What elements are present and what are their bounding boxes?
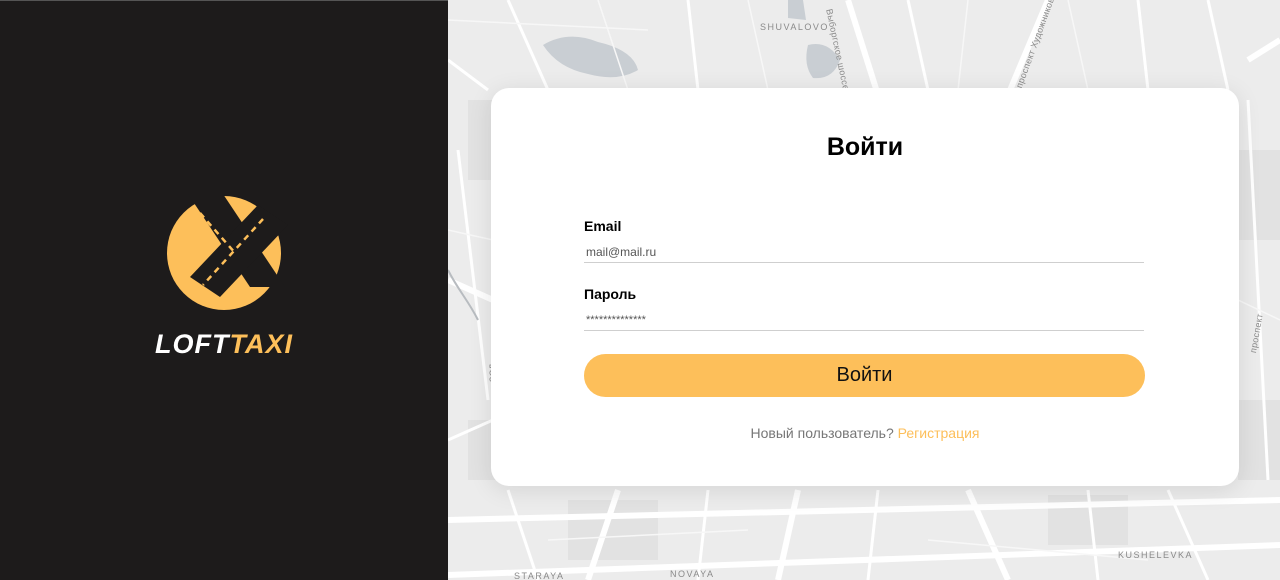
loft-taxi-logo: LOFTTAXI	[138, 191, 310, 361]
map-label-shuvalovo: SHUVALOVO	[760, 22, 829, 32]
sidebar: LOFTTAXI	[0, 0, 448, 580]
road-taxi-logo-icon	[167, 194, 288, 310]
svg-text:LOFTTAXI: LOFTTAXI	[155, 329, 293, 359]
login-title: Войти	[826, 133, 904, 161]
password-input[interactable]	[584, 309, 1144, 331]
register-link[interactable]: Регистрация	[898, 425, 980, 441]
register-line: Новый пользователь? Регистрация	[491, 425, 1239, 441]
login-submit-button[interactable]: Войти	[584, 354, 1145, 397]
brand-name-loft: LOFT	[155, 329, 231, 359]
email-label: Email	[584, 218, 622, 234]
new-user-text: Новый пользователь?	[750, 425, 894, 441]
map-label-staraya: STARAYA	[514, 571, 565, 580]
email-input[interactable]	[584, 241, 1144, 263]
map-label-novaya: NOVAYA	[670, 569, 715, 579]
brand-name-taxi: TAXI	[229, 329, 293, 359]
login-card: Войти Email Пароль Войти Новый пользоват…	[491, 88, 1239, 486]
password-label: Пароль	[584, 286, 637, 302]
map-label-kushelevka: KUSHELEVKA	[1118, 550, 1194, 560]
